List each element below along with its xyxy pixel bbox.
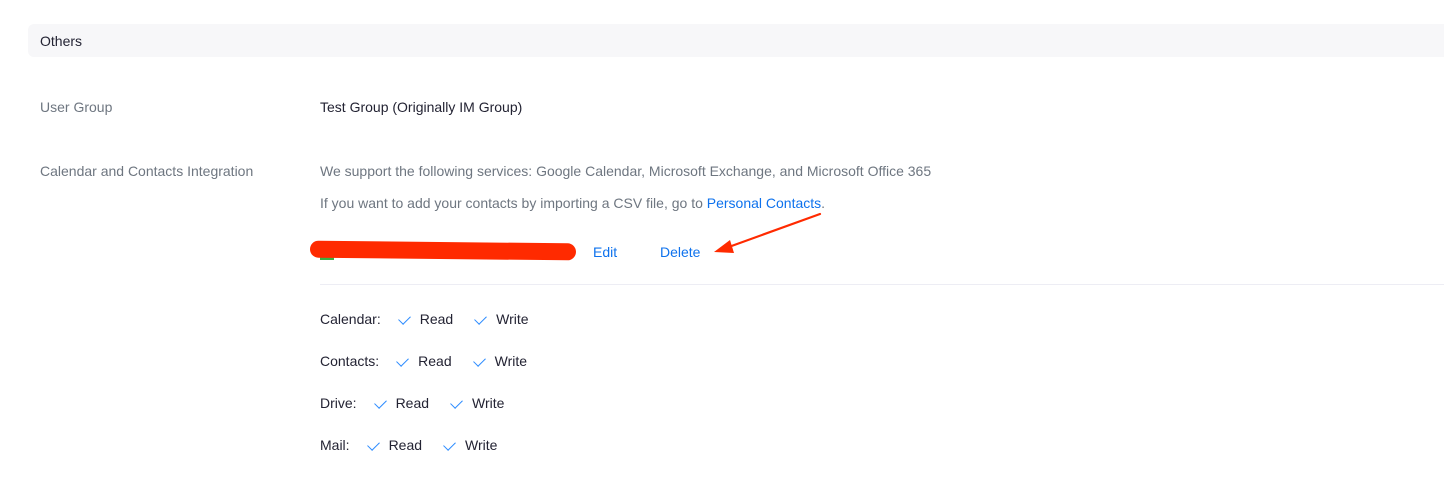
permission-row-calendar: Calendar: Read Write bbox=[320, 311, 529, 327]
permission-row-contacts: Contacts: Read Write bbox=[320, 353, 527, 369]
permission-read-label: Read bbox=[419, 311, 454, 327]
edit-integration-link[interactable]: Edit bbox=[593, 244, 617, 260]
permission-read-label: Read bbox=[418, 353, 452, 369]
permission-label: Drive: bbox=[320, 395, 357, 411]
permission-write-label: Write bbox=[494, 353, 528, 369]
check-icon bbox=[373, 396, 387, 410]
user-group-label: User Group bbox=[40, 99, 113, 115]
check-icon bbox=[450, 396, 463, 410]
integration-support-text: We support the following services: Googl… bbox=[320, 163, 932, 179]
check-icon bbox=[472, 354, 486, 368]
permission-write-label: Write bbox=[496, 311, 529, 327]
section-header-others: Others bbox=[28, 24, 1444, 57]
check-icon bbox=[397, 312, 411, 326]
permission-write: Write bbox=[474, 311, 529, 327]
permission-write-label: Write bbox=[472, 395, 505, 411]
csv-import-prefix: If you want to add your contacts by impo… bbox=[320, 195, 707, 211]
integration-label: Calendar and Contacts Integration bbox=[40, 163, 254, 179]
permission-label: Calendar: bbox=[320, 311, 381, 327]
check-icon bbox=[474, 312, 488, 326]
permission-row-drive: Drive: Read Write bbox=[320, 395, 504, 411]
check-icon bbox=[366, 438, 380, 452]
permission-read: Read bbox=[397, 311, 454, 327]
permission-write: Write bbox=[472, 353, 528, 369]
permission-read-label: Read bbox=[395, 395, 430, 411]
permission-label: Contacts: bbox=[320, 353, 380, 369]
permission-write: Write bbox=[450, 395, 505, 411]
delete-integration-link[interactable]: Delete bbox=[660, 244, 700, 260]
permission-read: Read bbox=[373, 395, 430, 411]
divider bbox=[320, 284, 1444, 285]
permission-read: Read bbox=[396, 353, 452, 369]
permission-label: Mail: bbox=[320, 437, 350, 453]
user-group-value: Test Group (Originally IM Group) bbox=[320, 99, 523, 115]
check-icon bbox=[443, 438, 456, 452]
red-arrow-annotation-icon bbox=[714, 212, 822, 253]
redacted-account-name bbox=[309, 240, 577, 261]
permission-read: Read bbox=[366, 437, 423, 453]
check-icon bbox=[396, 354, 410, 368]
section-title: Others bbox=[40, 33, 83, 49]
permission-write-label: Write bbox=[465, 437, 498, 453]
permission-row-mail: Mail: Read Write bbox=[320, 437, 497, 453]
permission-read-label: Read bbox=[388, 437, 423, 453]
permission-write: Write bbox=[443, 437, 498, 453]
